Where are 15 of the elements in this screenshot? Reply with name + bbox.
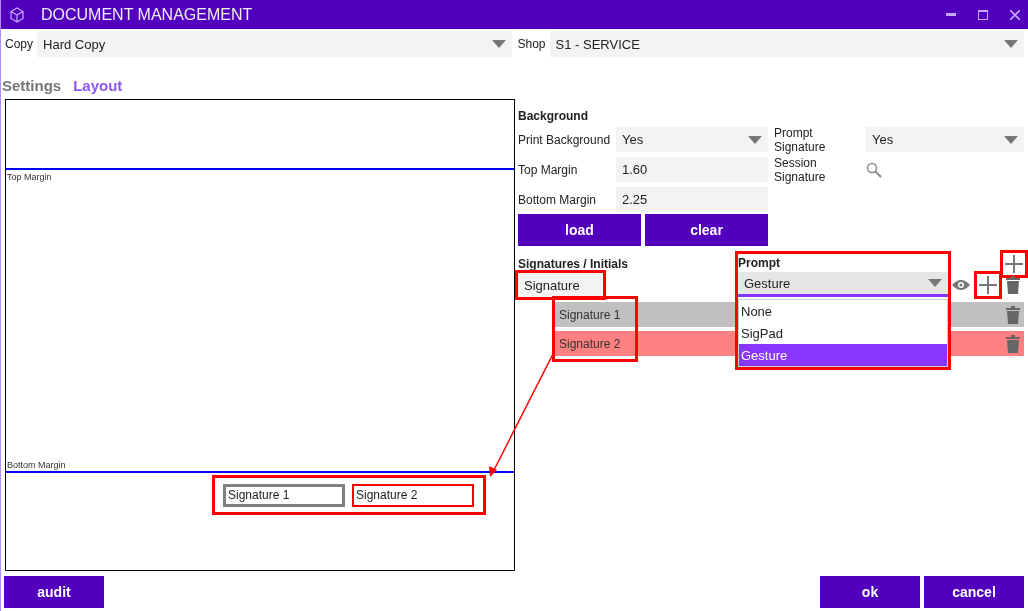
section-heading: Background [518, 108, 589, 125]
signature-label: Signature 2 [559, 336, 621, 351]
field-label: Prompt Signature [773, 127, 827, 152]
signature-label: Signature 1 [559, 307, 621, 322]
field-label: Session Signature [773, 157, 827, 182]
margin-label: Top Margin [7, 172, 52, 182]
section-heading: Signatures / Initials [518, 255, 629, 273]
field-label: Copy [5, 37, 33, 51]
field-label: Shop [517, 37, 546, 51]
section-heading: Prompt [738, 255, 781, 272]
window-title: DOCUMENT MANAGEMENT [41, 5, 254, 24]
field-label: Top Margin [518, 161, 579, 179]
margin-label: Bottom Margin [7, 460, 66, 470]
field-label: Print Background [518, 131, 612, 149]
field-label: Bottom Margin [518, 191, 598, 209]
